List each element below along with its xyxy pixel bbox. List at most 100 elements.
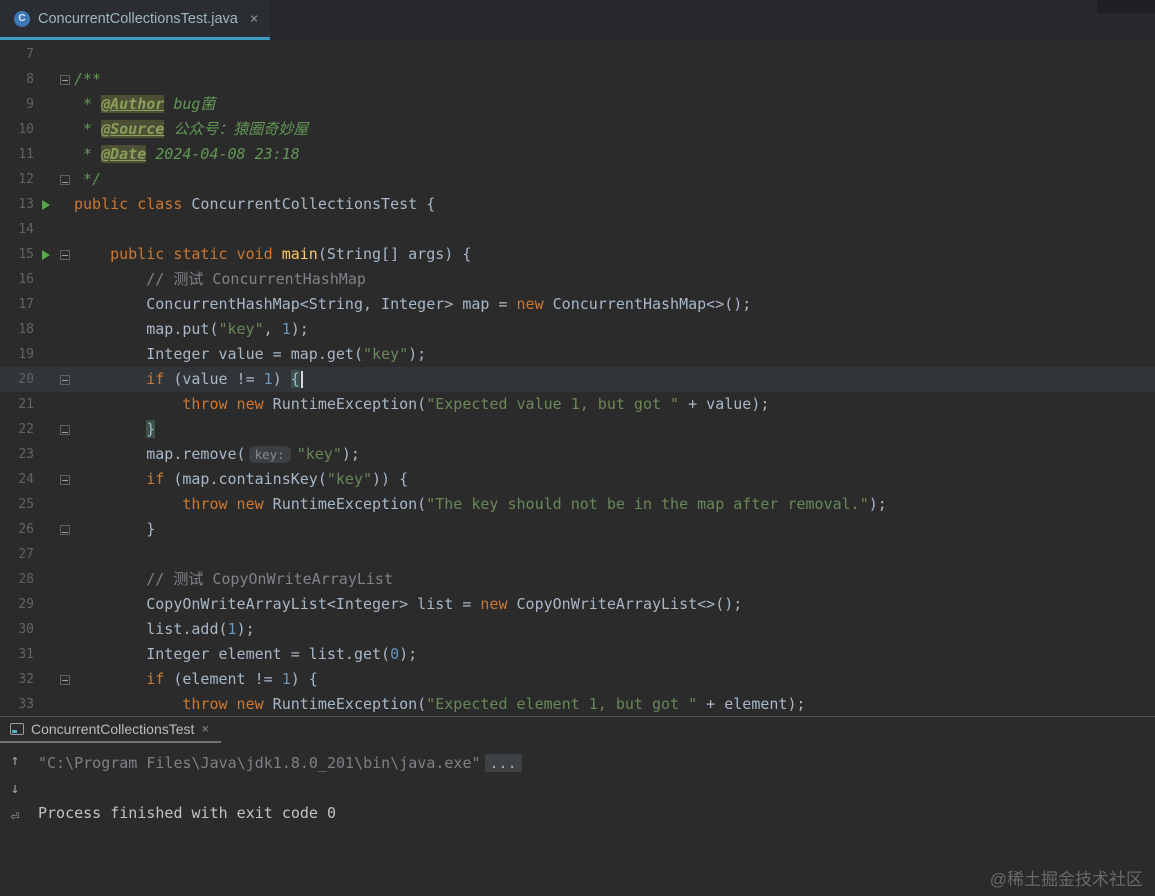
scroll-to-top-icon[interactable]: ↑	[10, 753, 19, 768]
editor-gutter[interactable]: 9	[0, 92, 74, 117]
code-line[interactable]: 8 /**	[0, 67, 1155, 92]
run-line-icon[interactable]	[42, 199, 50, 210]
line-number[interactable]: 20	[0, 367, 36, 392]
code-line[interactable]: 18 map.put("key", 1);	[0, 317, 1155, 342]
editor-gutter[interactable]: 33	[0, 692, 74, 716]
editor-gutter[interactable]: 22	[0, 417, 74, 442]
editor-tab[interactable]: C ConcurrentCollectionsTest.java ×	[0, 0, 271, 40]
line-number[interactable]: 28	[0, 567, 36, 592]
fold-end-icon[interactable]	[60, 524, 70, 535]
line-number[interactable]: 22	[0, 417, 36, 442]
editor-gutter[interactable]: 13	[0, 192, 74, 217]
editor-gutter[interactable]: 11	[0, 142, 74, 167]
editor-gutter[interactable]: 23	[0, 442, 74, 467]
run-console-tab[interactable]: ConcurrentCollectionsTest ×	[0, 717, 222, 743]
line-number[interactable]: 24	[0, 467, 36, 492]
editor-gutter[interactable]: 25	[0, 492, 74, 517]
line-number[interactable]: 29	[0, 592, 36, 617]
fold-start-icon[interactable]	[60, 474, 70, 485]
editor-gutter[interactable]: 8	[0, 67, 74, 92]
fold-start-icon[interactable]	[60, 374, 70, 385]
code-line[interactable]: 26 }	[0, 517, 1155, 542]
line-number[interactable]: 15	[0, 242, 36, 267]
line-number[interactable]: 19	[0, 342, 36, 367]
code-line[interactable]: 14	[0, 217, 1155, 242]
code-line[interactable]: 30 list.add(1);	[0, 617, 1155, 642]
code-line[interactable]: 17 ConcurrentHashMap<String, Integer> ma…	[0, 292, 1155, 317]
editor-gutter[interactable]: 31	[0, 642, 74, 667]
code-line[interactable]: 33 throw new RuntimeException("Expected …	[0, 692, 1155, 716]
editor-gutter[interactable]: 12	[0, 167, 74, 192]
editor-gutter[interactable]: 19	[0, 342, 74, 367]
line-number[interactable]: 17	[0, 292, 36, 317]
code-line[interactable]: 25 throw new RuntimeException("The key s…	[0, 492, 1155, 517]
line-number[interactable]: 31	[0, 642, 36, 667]
code-line[interactable]: 21 throw new RuntimeException("Expected …	[0, 392, 1155, 417]
code-line[interactable]: 20 if (value != 1) {	[0, 367, 1155, 392]
editor-gutter[interactable]: 26	[0, 517, 74, 542]
line-number[interactable]: 10	[0, 117, 36, 142]
code-line[interactable]: 22 }	[0, 417, 1155, 442]
line-number[interactable]: 14	[0, 217, 36, 242]
line-number[interactable]: 18	[0, 317, 36, 342]
line-number[interactable]: 23	[0, 442, 36, 467]
editor-gutter[interactable]: 30	[0, 617, 74, 642]
code-line[interactable]: 32 if (element != 1) {	[0, 667, 1155, 692]
run-line-icon[interactable]	[42, 249, 50, 260]
editor-gutter[interactable]: 21	[0, 392, 74, 417]
code-line[interactable]: 11 * @Date 2024-04-08 23:18	[0, 142, 1155, 167]
code-line[interactable]: 12 */	[0, 167, 1155, 192]
fold-start-icon[interactable]	[60, 674, 70, 685]
code-line[interactable]: 9 * @Author bug菌	[0, 92, 1155, 117]
editor-gutter[interactable]: 20	[0, 367, 74, 392]
line-number[interactable]: 12	[0, 167, 36, 192]
code-line[interactable]: 24 if (map.containsKey("key")) {	[0, 467, 1155, 492]
editor-gutter[interactable]: 16	[0, 267, 74, 292]
editor-gutter[interactable]: 15	[0, 242, 74, 267]
code-line[interactable]: 7	[0, 42, 1155, 67]
editor-gutter[interactable]: 10	[0, 117, 74, 142]
code-line[interactable]: 23 map.remove(key: "key");	[0, 442, 1155, 467]
tab-close-icon[interactable]: ×	[250, 11, 258, 27]
code-line[interactable]: 31 Integer element = list.get(0);	[0, 642, 1155, 667]
line-number[interactable]: 25	[0, 492, 36, 517]
code-line[interactable]: 19 Integer value = map.get("key");	[0, 342, 1155, 367]
line-number[interactable]: 11	[0, 142, 36, 167]
editor-gutter[interactable]: 27	[0, 542, 74, 567]
editor-gutter[interactable]: 28	[0, 567, 74, 592]
scroll-to-bottom-icon[interactable]: ↓	[10, 781, 19, 796]
editor-gutter[interactable]: 7	[0, 42, 74, 67]
line-number[interactable]: 30	[0, 617, 36, 642]
code-line[interactable]: 28 // 测试 CopyOnWriteArrayList	[0, 567, 1155, 592]
fold-end-icon[interactable]	[60, 424, 70, 435]
line-number[interactable]: 7	[0, 42, 36, 67]
line-number[interactable]: 9	[0, 92, 36, 117]
line-number[interactable]: 32	[0, 667, 36, 692]
code-line[interactable]: 13 public class ConcurrentCollectionsTest…	[0, 192, 1155, 217]
editor-gutter[interactable]: 32	[0, 667, 74, 692]
editor-gutter[interactable]: 29	[0, 592, 74, 617]
line-number[interactable]: 26	[0, 517, 36, 542]
code-line[interactable]: 15 public static void main(String[] args…	[0, 242, 1155, 267]
console-command-fold[interactable]: ...	[484, 754, 522, 772]
console-tab-close-icon[interactable]: ×	[201, 722, 209, 737]
editor-gutter[interactable]: 17	[0, 292, 74, 317]
editor-gutter[interactable]: 18	[0, 317, 74, 342]
code-line[interactable]: 10 * @Source 公众号：猿圈奇妙屋	[0, 117, 1155, 142]
line-number[interactable]: 16	[0, 267, 36, 292]
code-editor[interactable]: 7 8/** 9 * @Author bug菌 10 * @Source 公众号：猿圈…	[0, 40, 1155, 716]
line-number[interactable]: 13	[0, 192, 36, 217]
code-line[interactable]: 16 // 测试 ConcurrentHashMap	[0, 267, 1155, 292]
soft-wrap-icon[interactable]: ⏎	[10, 809, 19, 824]
code-line[interactable]: 29 CopyOnWriteArrayList<Integer> list = …	[0, 592, 1155, 617]
fold-start-icon[interactable]	[60, 74, 70, 85]
code-line[interactable]: 27	[0, 542, 1155, 567]
fold-start-icon[interactable]	[60, 249, 70, 260]
line-number[interactable]: 8	[0, 67, 36, 92]
editor-gutter[interactable]: 14	[0, 217, 74, 242]
fold-end-icon[interactable]	[60, 174, 70, 185]
editor-gutter[interactable]: 24	[0, 467, 74, 492]
line-number[interactable]: 27	[0, 542, 36, 567]
line-number[interactable]: 33	[0, 692, 36, 716]
line-number[interactable]: 21	[0, 392, 36, 417]
